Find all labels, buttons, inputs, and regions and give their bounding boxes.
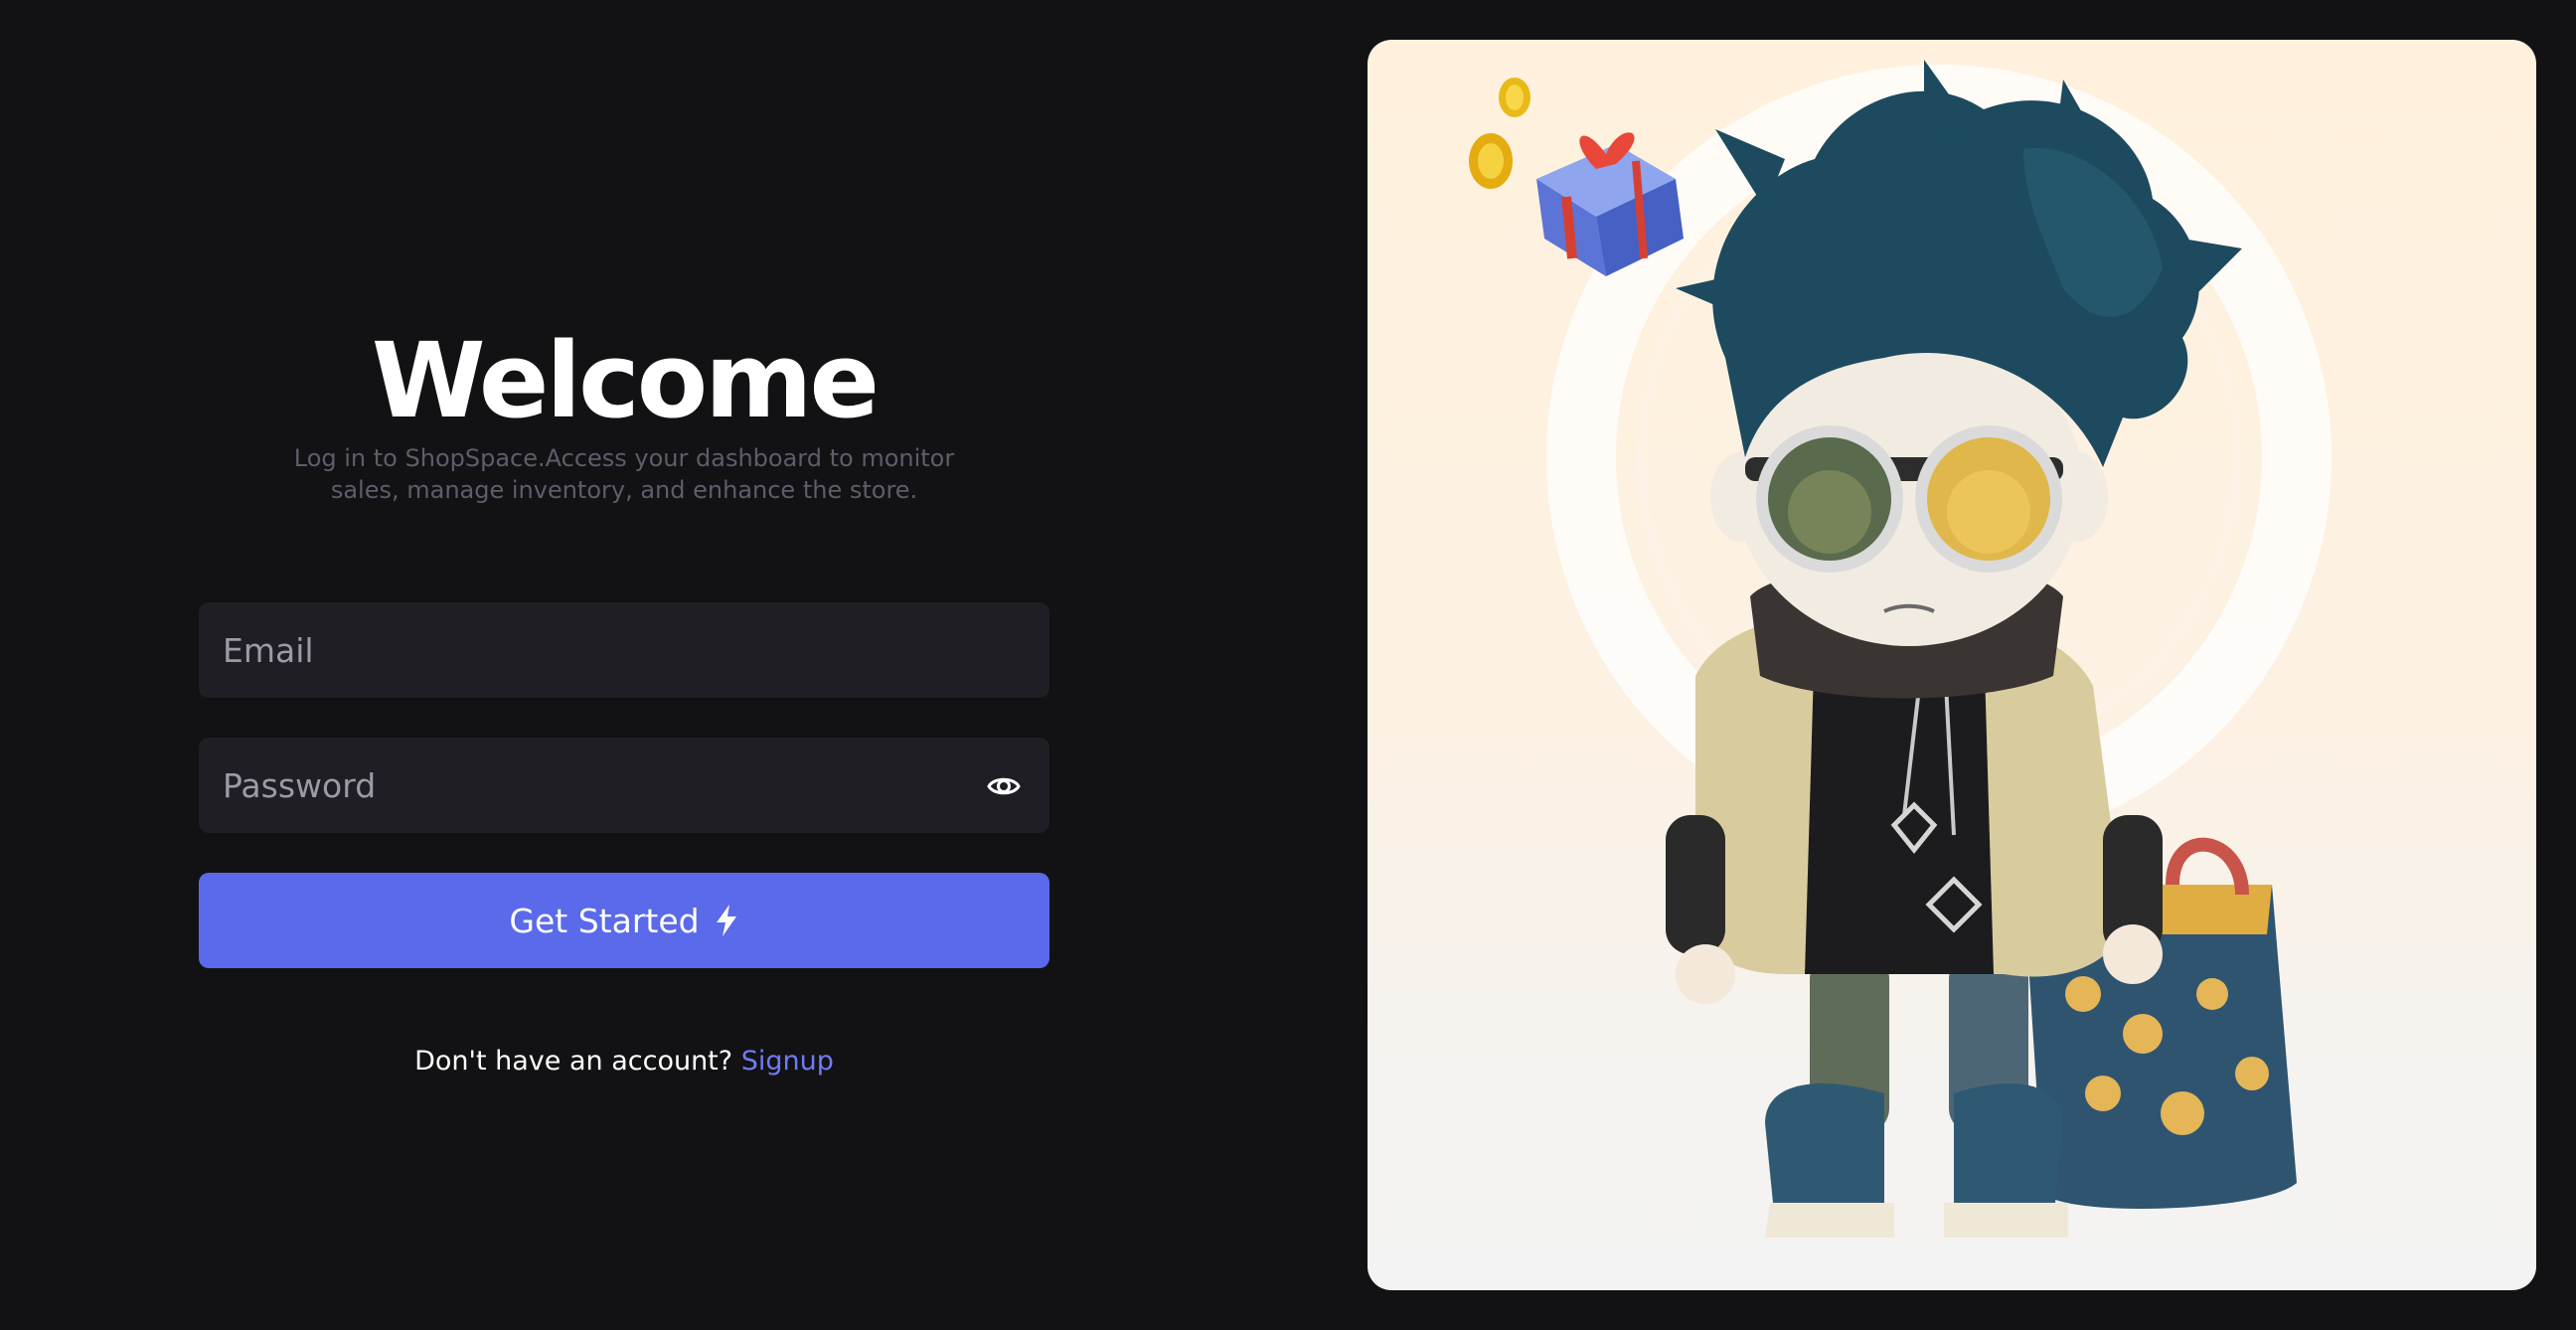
gold-coin <box>1499 78 1530 117</box>
login-page: Welcome Log in to ShopSpace.Access your … <box>0 0 2576 1330</box>
sneaker <box>1954 1083 2063 1223</box>
page-subtitle: Log in to ShopSpace.Access your dashboar… <box>293 444 955 504</box>
character-illustration <box>1469 60 2332 1238</box>
sneaker <box>1765 1083 1884 1223</box>
lightning-bolt-icon <box>716 905 736 936</box>
password-field[interactable] <box>199 738 1049 833</box>
illustration-card <box>1368 40 2536 1290</box>
page-title: Welcome <box>371 320 880 441</box>
signup-prompt: Don't have an account? Signup <box>199 1044 1049 1080</box>
no-account-text: Don't have an account? <box>414 1046 733 1077</box>
signup-link[interactable]: Signup <box>741 1046 834 1077</box>
get-started-button[interactable]: Get Started <box>199 873 1049 968</box>
eye-icon[interactable] <box>987 769 1021 803</box>
login-panel: Welcome Log in to ShopSpace.Access your … <box>199 0 1049 1330</box>
email-field[interactable] <box>199 602 1049 698</box>
gold-coin <box>1469 133 1513 189</box>
get-started-label: Get Started <box>509 901 700 940</box>
